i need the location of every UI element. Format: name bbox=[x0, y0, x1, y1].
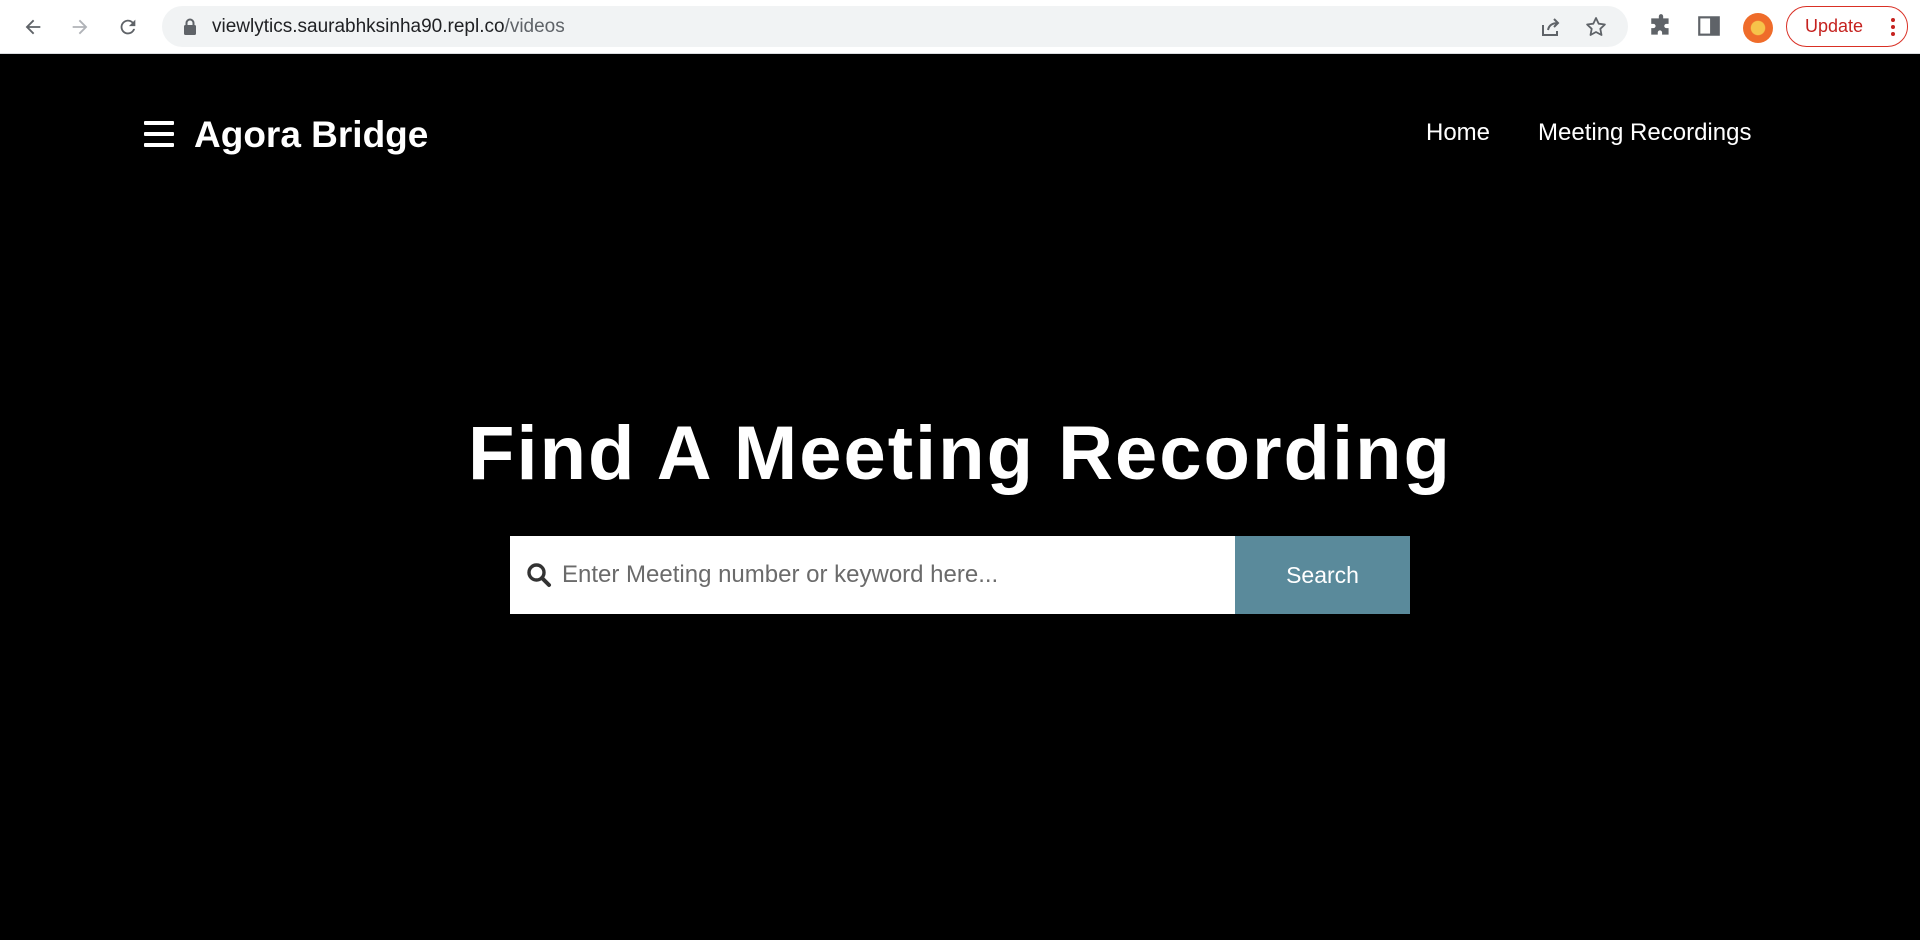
side-panel-icon[interactable] bbox=[1696, 13, 1722, 39]
more-menu-icon bbox=[1891, 18, 1895, 36]
browser-toolbar: viewlytics.saurabhksinha90.repl.co/video… bbox=[0, 0, 1920, 54]
update-button[interactable]: Update bbox=[1786, 6, 1908, 47]
search-button[interactable]: Search bbox=[1235, 536, 1410, 614]
forward-button[interactable] bbox=[63, 10, 97, 44]
url-text: viewlytics.saurabhksinha90.repl.co/video… bbox=[212, 6, 565, 47]
search-input[interactable] bbox=[562, 536, 1222, 614]
site-header: Agora Bridge Home Meeting Recordings bbox=[0, 54, 1920, 164]
hamburger-menu-icon[interactable] bbox=[144, 121, 174, 147]
brand-title[interactable]: Agora Bridge bbox=[194, 114, 428, 156]
extensions-puzzle-icon[interactable] bbox=[1648, 13, 1674, 39]
search-box bbox=[510, 536, 1235, 614]
arrow-right-icon bbox=[72, 19, 88, 35]
url-host: viewlytics.saurabhksinha90.repl.co bbox=[212, 16, 505, 37]
back-button[interactable] bbox=[16, 10, 50, 44]
search-icon bbox=[527, 563, 551, 587]
arrow-left-icon bbox=[25, 19, 41, 35]
lock-icon bbox=[184, 18, 196, 35]
reload-icon bbox=[120, 19, 136, 35]
page-title: Find A Meeting Recording bbox=[468, 411, 1452, 496]
bookmark-star-icon[interactable] bbox=[1584, 15, 1608, 39]
url-path: /videos bbox=[504, 16, 565, 37]
profile-avatar[interactable] bbox=[1743, 13, 1773, 43]
nav-link-home[interactable]: Home bbox=[1426, 118, 1490, 148]
nav-link-meeting-recordings[interactable]: Meeting Recordings bbox=[1538, 118, 1751, 148]
address-bar[interactable]: viewlytics.saurabhksinha90.repl.co/video… bbox=[162, 6, 1628, 47]
update-label: Update bbox=[1805, 16, 1864, 36]
share-icon[interactable] bbox=[1539, 15, 1563, 39]
reload-button[interactable] bbox=[111, 10, 145, 44]
